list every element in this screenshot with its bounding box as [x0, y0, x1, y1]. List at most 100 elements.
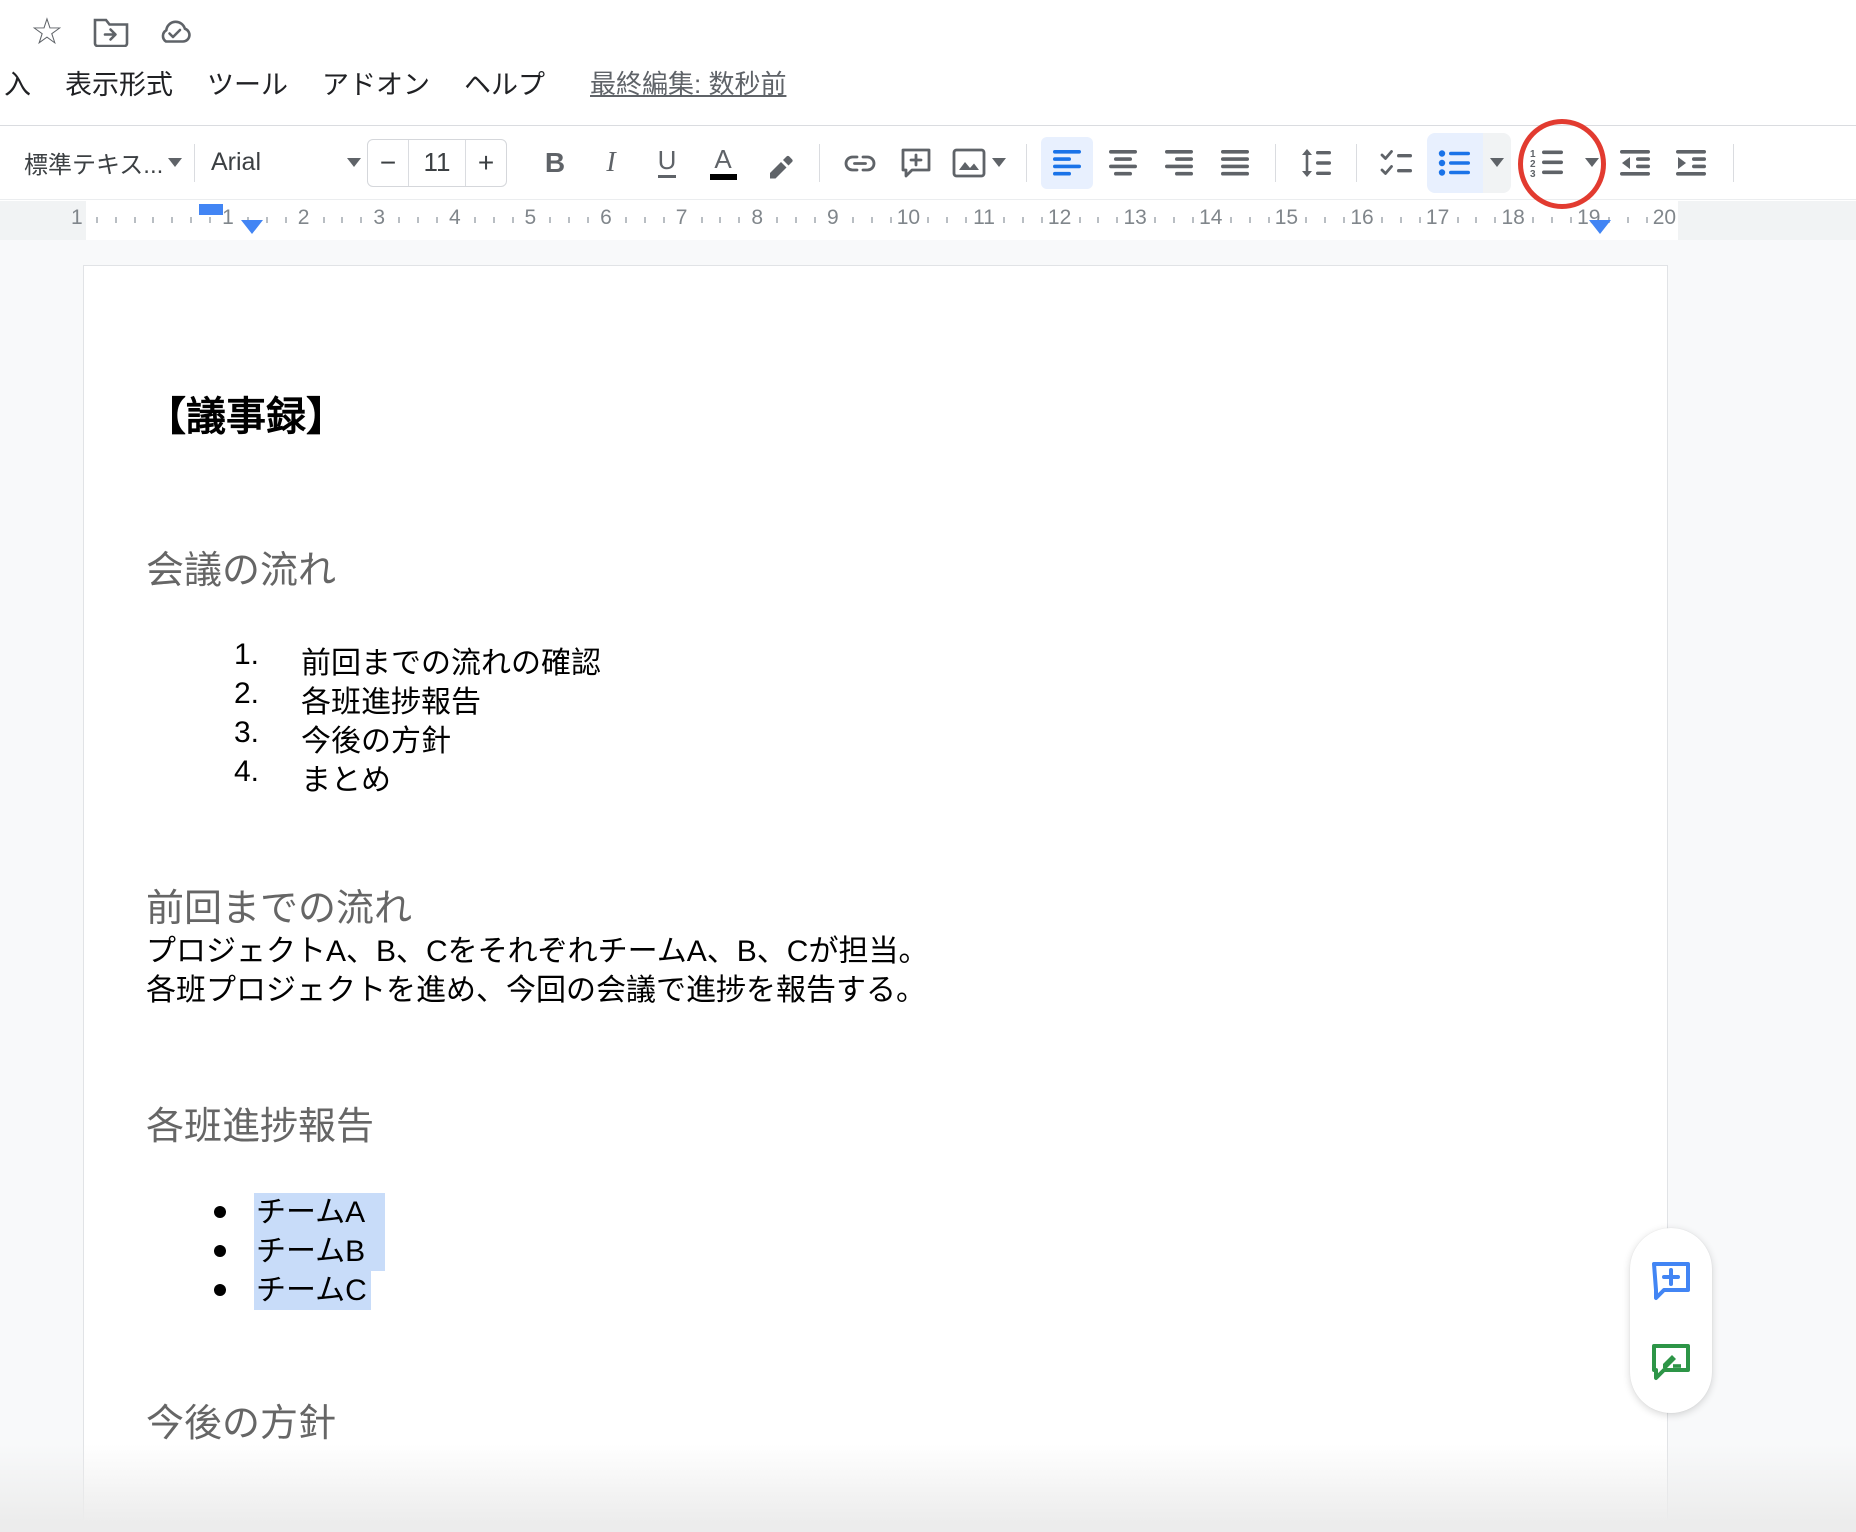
ruler-number: 3	[373, 206, 385, 230]
ruler-tick	[1419, 217, 1421, 223]
menu-tools[interactable]: ツール	[190, 63, 305, 102]
list-number: 2.	[179, 677, 259, 711]
ruler-tick	[1041, 217, 1043, 223]
line-spacing-button[interactable]	[1290, 137, 1342, 189]
list-item: チームA	[84, 1193, 1667, 1232]
ruler-tick	[1457, 217, 1459, 223]
ruler-tick	[1173, 217, 1175, 223]
align-left-icon	[1053, 150, 1081, 176]
toolbar-separator	[194, 144, 195, 182]
italic-icon: I	[606, 147, 615, 179]
ruler-number: 10	[897, 206, 920, 230]
ruler-tick	[1305, 217, 1307, 223]
align-left-button[interactable]	[1041, 137, 1093, 189]
chevron-down-icon	[168, 158, 182, 167]
decrease-indent-button[interactable]	[1611, 137, 1663, 189]
bold-button[interactable]: B	[529, 137, 581, 189]
document-area: 【議事録】 会議の流れ 1. 前回までの流れの確認 2. 各班進捗報告 3. 今…	[0, 240, 1856, 1532]
bulleted-list-button[interactable]	[1427, 133, 1483, 193]
justify-button[interactable]	[1209, 137, 1261, 189]
ruler[interactable]: 11234567891011121314151617181920	[0, 201, 1856, 240]
last-edit-link[interactable]: 最終編集: 数秒前	[590, 64, 786, 101]
ruler-number: 11	[973, 206, 995, 230]
menu-format[interactable]: 表示形式	[48, 63, 190, 102]
ruler-tick	[663, 217, 665, 223]
bulleted-list-options-button[interactable]	[1483, 133, 1511, 193]
ruler-number: 17	[1426, 206, 1449, 230]
ruler-tick	[719, 217, 721, 223]
ruler-tick	[1079, 217, 1081, 223]
font-dropdown[interactable]: Arial	[211, 148, 361, 177]
text-color-button[interactable]: A	[697, 137, 749, 189]
list-number: 3.	[179, 716, 259, 750]
document-status-button[interactable]	[154, 10, 196, 52]
selected-text: チームB	[254, 1232, 385, 1271]
font-size-input[interactable]: 11	[408, 140, 466, 186]
font-size-group: − 11 +	[367, 139, 507, 187]
suggest-edit-icon	[1648, 1338, 1694, 1384]
right-indent-marker[interactable]	[1589, 220, 1611, 234]
ruler-tick	[1249, 217, 1251, 223]
numbered-list-options-button[interactable]	[1577, 137, 1607, 189]
ruler-tick	[1646, 217, 1648, 223]
document-page[interactable]: 【議事録】 会議の流れ 1. 前回までの流れの確認 2. 各班進捗報告 3. 今…	[83, 265, 1668, 1532]
list-text: 各班進捗報告	[301, 677, 481, 721]
ruler-tick	[266, 217, 268, 223]
list-item: チームC	[84, 1271, 1667, 1310]
ruler-tick	[341, 217, 343, 223]
svg-text:3: 3	[1530, 169, 1536, 178]
suggest-edits-button[interactable]	[1643, 1333, 1699, 1389]
underline-icon: U	[658, 147, 677, 177]
ruler-tick	[1097, 217, 1099, 223]
ruler-tick	[1627, 217, 1629, 223]
font-value: Arial	[211, 148, 261, 177]
ruler-tick	[1494, 217, 1496, 223]
increase-indent-button[interactable]	[1667, 137, 1719, 189]
heading-future: 今後の方針	[146, 1392, 336, 1447]
menu-insert-partial[interactable]: 入	[0, 63, 48, 102]
ruler-tick	[1268, 217, 1270, 223]
ruler-tick	[152, 217, 154, 223]
menu-addons[interactable]: アドオン	[305, 63, 447, 102]
move-folder-button[interactable]	[90, 10, 132, 52]
ruler-tick	[587, 217, 589, 223]
list-item: チームB	[84, 1232, 1667, 1271]
agenda-ordered-list: 1. 前回までの流れの確認 2. 各班進捗報告 3. 今後の方針 4. まとめ	[84, 638, 1667, 794]
checklist-button[interactable]	[1371, 137, 1423, 189]
toolbar: 標準テキス... Arial − 11 + B I U A	[0, 125, 1856, 200]
underline-button[interactable]: U	[641, 137, 693, 189]
bullet-icon	[214, 1206, 226, 1218]
heading-progress: 各班進捗報告	[146, 1095, 374, 1150]
increase-font-size-button[interactable]: +	[466, 140, 506, 186]
ruler-tick	[436, 217, 438, 223]
align-right-button[interactable]	[1153, 137, 1205, 189]
ruler-number: 1	[71, 206, 83, 230]
add-comment-button[interactable]	[890, 137, 942, 189]
insert-link-button[interactable]	[834, 137, 886, 189]
align-center-icon	[1109, 150, 1137, 176]
text-color-letter: A	[714, 146, 731, 172]
ruler-tick	[946, 217, 948, 223]
star-button[interactable]: ☆	[26, 10, 68, 52]
ruler-number: 15	[1275, 206, 1298, 230]
highlight-color-button[interactable]	[753, 137, 805, 189]
ruler-tick	[1532, 217, 1534, 223]
toolbar-separator	[1275, 144, 1276, 182]
ruler-number: 6	[600, 206, 612, 230]
paragraph-style-dropdown[interactable]: 標準テキス...	[24, 145, 182, 180]
italic-button[interactable]: I	[585, 137, 637, 189]
first-line-indent-marker[interactable]	[199, 204, 223, 215]
toolbar-separator	[1733, 144, 1734, 182]
align-center-button[interactable]	[1097, 137, 1149, 189]
bullet-icon	[214, 1245, 226, 1257]
decrease-font-size-button[interactable]: −	[368, 140, 408, 186]
ruler-tick	[965, 217, 967, 223]
google-docs-window: ☆ 入 表示形式 ツール アドオン ヘルプ 最終編集: 数秒前 標準テキス...	[0, 0, 1856, 1532]
left-indent-marker[interactable]	[241, 220, 263, 234]
chevron-down-icon	[992, 158, 1006, 167]
add-comment-margin-button[interactable]	[1643, 1252, 1699, 1308]
insert-image-button[interactable]	[946, 137, 1012, 189]
numbered-list-button[interactable]: 1 2 3	[1521, 137, 1573, 189]
menu-help[interactable]: ヘルプ	[447, 63, 562, 102]
chevron-down-icon	[1490, 158, 1504, 167]
